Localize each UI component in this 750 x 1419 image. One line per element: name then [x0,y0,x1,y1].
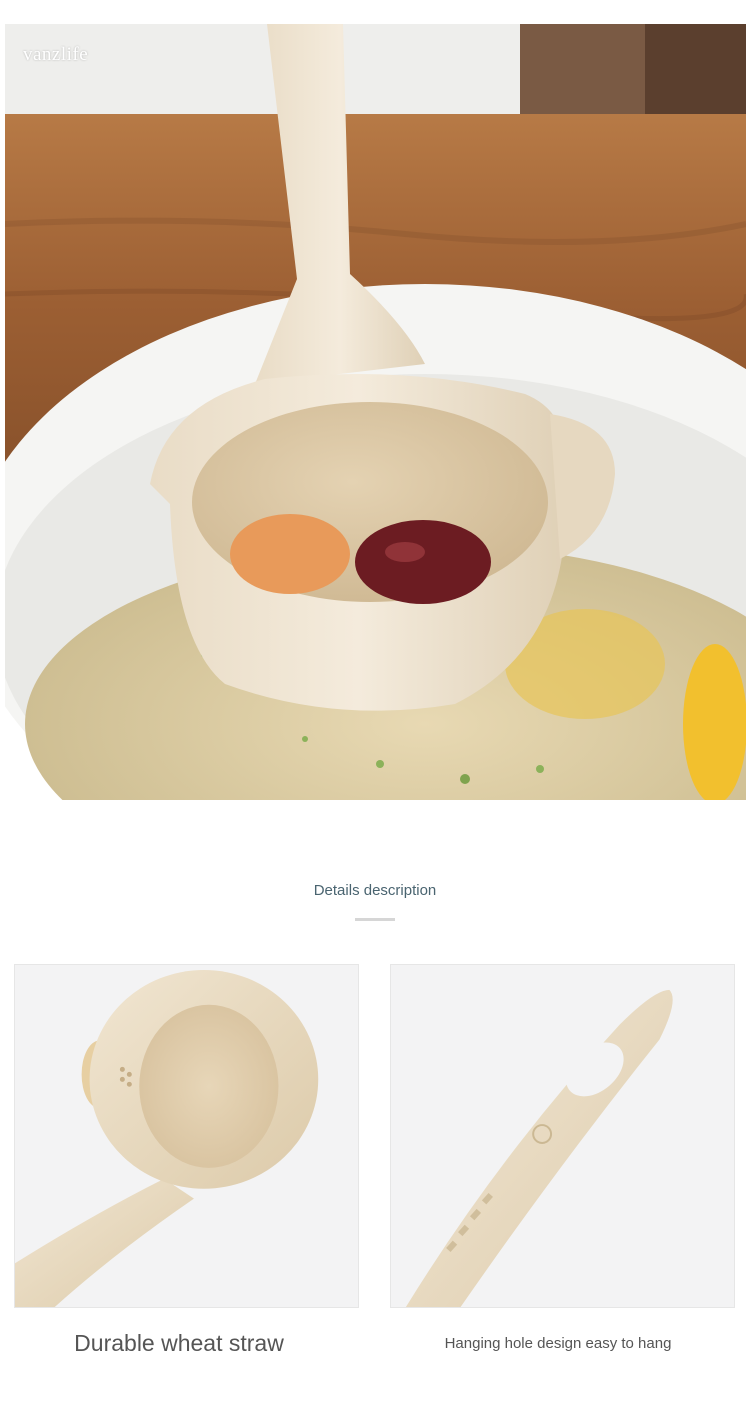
section-divider [355,918,395,921]
detail-image-handle-hole [390,964,735,1308]
detail-image-ladle-bowl [14,964,359,1308]
hero-illustration [5,24,746,800]
caption-durable-wheat-straw: Durable wheat straw [74,1330,284,1356]
caption-hanging-hole: Hanging hole design easy to hang [444,1335,672,1352]
ladle-bowl-illustration [15,965,358,1307]
watermark-text: vanzlife [23,44,89,65]
section-title: Details description [313,882,437,899]
handle-hole-illustration [391,965,734,1307]
hero-product-photo: vanzlife [5,24,746,800]
